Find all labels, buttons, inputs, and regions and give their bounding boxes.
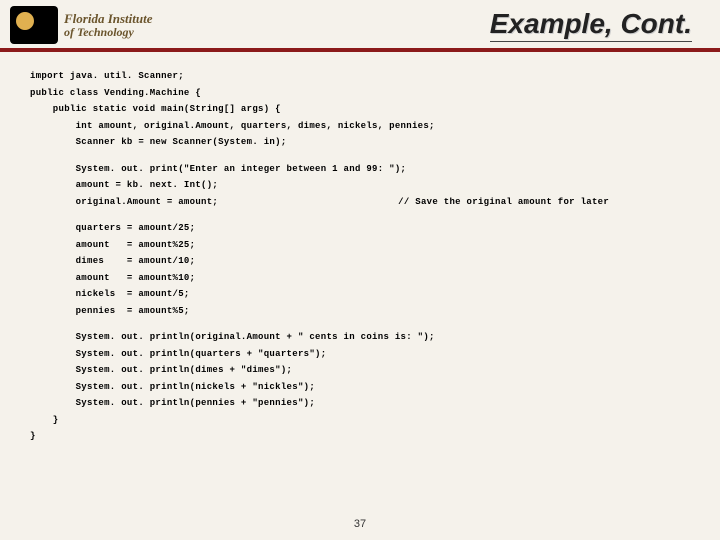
slide-header: Florida Institute of Technology Example,… (0, 0, 720, 52)
institution-logo (10, 6, 58, 44)
code-line: } (30, 414, 690, 428)
code-line: original.Amount = amount;// Save the ori… (30, 196, 690, 210)
code-line: quarters = amount/25; (30, 222, 690, 236)
code-line: import java. util. Scanner; (30, 70, 690, 84)
code-line: amount = amount%25; (30, 239, 690, 253)
code-line: amount = kb. next. Int(); (30, 179, 690, 193)
code-line: System. out. println(original.Amount + "… (30, 331, 690, 345)
institution-line1: Florida Institute (64, 12, 153, 26)
code-line: public class Vending.Machine { (30, 87, 690, 101)
institution-line2: of Technology (64, 26, 153, 39)
page-number: 37 (0, 518, 720, 530)
code-line: System. out. println(nickels + "nickles"… (30, 381, 690, 395)
code-line: public static void main(String[] args) { (30, 103, 690, 117)
code-line: System. out. println(pennies + "pennies"… (30, 397, 690, 411)
slide-title: Example, Cont. (490, 8, 692, 42)
code-line: Scanner kb = new Scanner(System. in); (30, 136, 690, 150)
code-line: System. out. print("Enter an integer bet… (30, 163, 690, 177)
code-line: dimes = amount/10; (30, 255, 690, 269)
code-line: } (30, 430, 690, 444)
code-line: System. out. println(dimes + "dimes"); (30, 364, 690, 378)
code-line: System. out. println(quarters + "quarter… (30, 348, 690, 362)
code-comment: // Save the original amount for later (398, 197, 609, 207)
code-block: import java. util. Scanner; public class… (0, 52, 720, 444)
code-line: pennies = amount%5; (30, 305, 690, 319)
code-line: nickels = amount/5; (30, 288, 690, 302)
code-line: int amount, original.Amount, quarters, d… (30, 120, 690, 134)
institution-name: Florida Institute of Technology (64, 12, 153, 38)
code-line: amount = amount%10; (30, 272, 690, 286)
